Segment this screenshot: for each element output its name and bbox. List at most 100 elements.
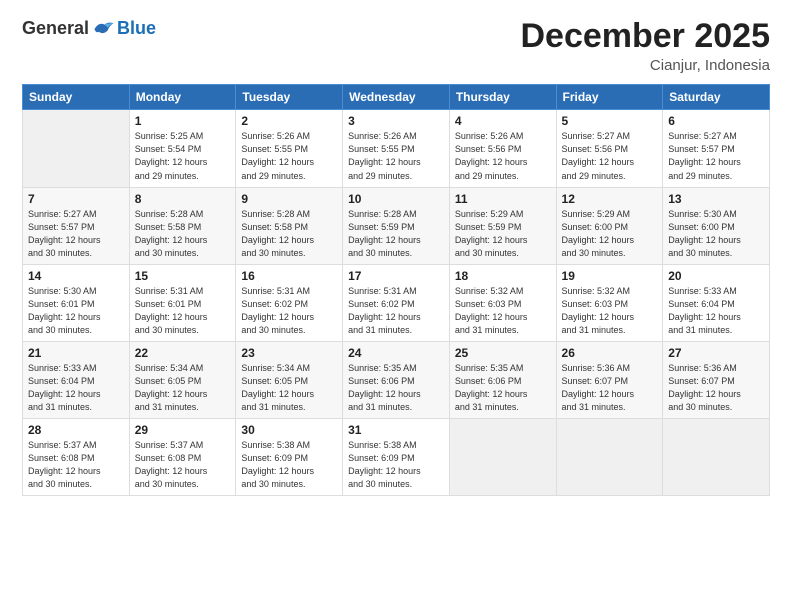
calendar-cell: 10Sunrise: 5:28 AM Sunset: 5:59 PM Dayli…	[343, 187, 450, 264]
day-info: Sunrise: 5:32 AM Sunset: 6:03 PM Dayligh…	[455, 285, 551, 337]
day-info: Sunrise: 5:38 AM Sunset: 6:09 PM Dayligh…	[241, 439, 337, 491]
calendar-cell: 31Sunrise: 5:38 AM Sunset: 6:09 PM Dayli…	[343, 419, 450, 496]
weekday-header-friday: Friday	[556, 85, 663, 110]
day-info: Sunrise: 5:33 AM Sunset: 6:04 PM Dayligh…	[668, 285, 764, 337]
day-number: 3	[348, 114, 444, 128]
title-area: December 2025 Cianjur, Indonesia	[520, 18, 770, 74]
day-info: Sunrise: 5:27 AM Sunset: 5:57 PM Dayligh…	[28, 208, 124, 260]
calendar-cell: 24 Sunrise: 5:35 AM Sunset: 6:06 PM Dayli…	[343, 341, 450, 418]
calendar-cell: 22Sunrise: 5:34 AM Sunset: 6:05 PM Dayli…	[129, 341, 236, 418]
calendar-cell: 16Sunrise: 5:31 AM Sunset: 6:02 PM Dayli…	[236, 264, 343, 341]
day-number: 5	[562, 114, 658, 128]
day-number: 2	[241, 114, 337, 128]
day-info: Sunrise: 5:36 AM Sunset: 6:07 PM Dayligh…	[668, 362, 764, 414]
day-number: 29	[135, 423, 231, 437]
calendar-cell	[23, 110, 130, 187]
day-number: 28	[28, 423, 124, 437]
day-info: Sunrise: 5:26 AM Sunset: 5:55 PM Dayligh…	[348, 130, 444, 182]
day-info: Sunrise: 5:28 AM Sunset: 5:58 PM Dayligh…	[135, 208, 231, 260]
day-number: 31	[348, 423, 444, 437]
day-number: 12	[562, 192, 658, 206]
day-number: 14	[28, 269, 124, 283]
day-number: 1	[135, 114, 231, 128]
day-info: Sunrise: 5:30 AM Sunset: 6:00 PM Dayligh…	[668, 208, 764, 260]
day-info: Sunrise: 5:32 AM Sunset: 6:03 PM Dayligh…	[562, 285, 658, 337]
day-number: 30	[241, 423, 337, 437]
calendar-cell: 26 Sunrise: 5:36 AM Sunset: 6:07 PM Dayli…	[556, 341, 663, 418]
calendar-week-row: 7 Sunrise: 5:27 AM Sunset: 5:57 PM Daylig…	[23, 187, 770, 264]
day-info: Sunrise: 5:28 AM Sunset: 5:58 PM Dayligh…	[241, 208, 337, 260]
day-info: Sunrise: 5:34 AM Sunset: 6:05 PM Dayligh…	[241, 362, 337, 414]
day-number: 7	[28, 192, 124, 206]
calendar-cell: 28 Sunrise: 5:37 AM Sunset: 6:08 PM Dayli…	[23, 419, 130, 496]
day-info: Sunrise: 5:35 AM Sunset: 6:06 PM Dayligh…	[348, 362, 444, 414]
weekday-header-monday: Monday	[129, 85, 236, 110]
day-info: Sunrise: 5:37 AM Sunset: 6:08 PM Dayligh…	[135, 439, 231, 491]
day-info: Sunrise: 5:33 AM Sunset: 6:04 PM Dayligh…	[28, 362, 124, 414]
logo-bird-icon	[93, 20, 115, 38]
calendar-cell: 21 Sunrise: 5:33 AM Sunset: 6:04 PM Dayli…	[23, 341, 130, 418]
weekday-header-saturday: Saturday	[663, 85, 770, 110]
day-number: 26	[562, 346, 658, 360]
weekday-header-sunday: Sunday	[23, 85, 130, 110]
day-info: Sunrise: 5:37 AM Sunset: 6:08 PM Dayligh…	[28, 439, 124, 491]
day-info: Sunrise: 5:29 AM Sunset: 5:59 PM Dayligh…	[455, 208, 551, 260]
calendar-cell	[449, 419, 556, 496]
calendar-cell: 11 Sunrise: 5:29 AM Sunset: 5:59 PM Dayli…	[449, 187, 556, 264]
header: General Blue December 2025 Cianjur, Indo…	[22, 18, 770, 74]
calendar-cell	[663, 419, 770, 496]
day-number: 25	[455, 346, 551, 360]
calendar-cell: 17Sunrise: 5:31 AM Sunset: 6:02 PM Dayli…	[343, 264, 450, 341]
calendar-cell: 2 Sunrise: 5:26 AM Sunset: 5:55 PM Daylig…	[236, 110, 343, 187]
weekday-header-tuesday: Tuesday	[236, 85, 343, 110]
day-number: 20	[668, 269, 764, 283]
day-info: Sunrise: 5:31 AM Sunset: 6:01 PM Dayligh…	[135, 285, 231, 337]
day-info: Sunrise: 5:25 AM Sunset: 5:54 PM Dayligh…	[135, 130, 231, 182]
calendar-cell: 29 Sunrise: 5:37 AM Sunset: 6:08 PM Dayli…	[129, 419, 236, 496]
day-info: Sunrise: 5:26 AM Sunset: 5:56 PM Dayligh…	[455, 130, 551, 182]
month-title: December 2025	[520, 18, 770, 55]
weekday-header-wednesday: Wednesday	[343, 85, 450, 110]
day-number: 6	[668, 114, 764, 128]
calendar-cell: 1 Sunrise: 5:25 AM Sunset: 5:54 PM Daylig…	[129, 110, 236, 187]
day-number: 23	[241, 346, 337, 360]
location-subtitle: Cianjur, Indonesia	[520, 57, 770, 74]
calendar-cell: 6 Sunrise: 5:27 AM Sunset: 5:57 PM Daylig…	[663, 110, 770, 187]
calendar-cell: 4 Sunrise: 5:26 AM Sunset: 5:56 PM Daylig…	[449, 110, 556, 187]
day-info: Sunrise: 5:26 AM Sunset: 5:55 PM Dayligh…	[241, 130, 337, 182]
weekday-header-thursday: Thursday	[449, 85, 556, 110]
day-number: 21	[28, 346, 124, 360]
day-number: 27	[668, 346, 764, 360]
calendar-cell: 12Sunrise: 5:29 AM Sunset: 6:00 PM Dayli…	[556, 187, 663, 264]
calendar-cell: 13 Sunrise: 5:30 AM Sunset: 6:00 PM Dayli…	[663, 187, 770, 264]
day-number: 19	[562, 269, 658, 283]
calendar-week-row: 1 Sunrise: 5:25 AM Sunset: 5:54 PM Daylig…	[23, 110, 770, 187]
calendar-cell	[556, 419, 663, 496]
logo-general: General	[22, 18, 89, 39]
calendar-table: SundayMondayTuesdayWednesdayThursdayFrid…	[22, 84, 770, 496]
calendar-cell: 3 Sunrise: 5:26 AM Sunset: 5:55 PM Daylig…	[343, 110, 450, 187]
page: General Blue December 2025 Cianjur, Indo…	[0, 0, 792, 612]
logo-blue: Blue	[117, 18, 156, 39]
day-info: Sunrise: 5:27 AM Sunset: 5:56 PM Dayligh…	[562, 130, 658, 182]
calendar-cell: 27 Sunrise: 5:36 AM Sunset: 6:07 PM Dayli…	[663, 341, 770, 418]
day-number: 13	[668, 192, 764, 206]
calendar-week-row: 21 Sunrise: 5:33 AM Sunset: 6:04 PM Dayli…	[23, 341, 770, 418]
day-info: Sunrise: 5:35 AM Sunset: 6:06 PM Dayligh…	[455, 362, 551, 414]
day-info: Sunrise: 5:27 AM Sunset: 5:57 PM Dayligh…	[668, 130, 764, 182]
calendar-cell: 8 Sunrise: 5:28 AM Sunset: 5:58 PM Daylig…	[129, 187, 236, 264]
day-number: 16	[241, 269, 337, 283]
day-number: 17	[348, 269, 444, 283]
day-number: 11	[455, 192, 551, 206]
calendar-week-row: 14Sunrise: 5:30 AM Sunset: 6:01 PM Dayli…	[23, 264, 770, 341]
logo-area: General Blue	[22, 18, 156, 39]
day-info: Sunrise: 5:36 AM Sunset: 6:07 PM Dayligh…	[562, 362, 658, 414]
day-number: 8	[135, 192, 231, 206]
day-info: Sunrise: 5:28 AM Sunset: 5:59 PM Dayligh…	[348, 208, 444, 260]
calendar-cell: 23 Sunrise: 5:34 AM Sunset: 6:05 PM Dayli…	[236, 341, 343, 418]
calendar-cell: 30 Sunrise: 5:38 AM Sunset: 6:09 PM Dayli…	[236, 419, 343, 496]
day-number: 24	[348, 346, 444, 360]
day-number: 4	[455, 114, 551, 128]
calendar-week-row: 28 Sunrise: 5:37 AM Sunset: 6:08 PM Dayli…	[23, 419, 770, 496]
calendar-cell: 25 Sunrise: 5:35 AM Sunset: 6:06 PM Dayli…	[449, 341, 556, 418]
